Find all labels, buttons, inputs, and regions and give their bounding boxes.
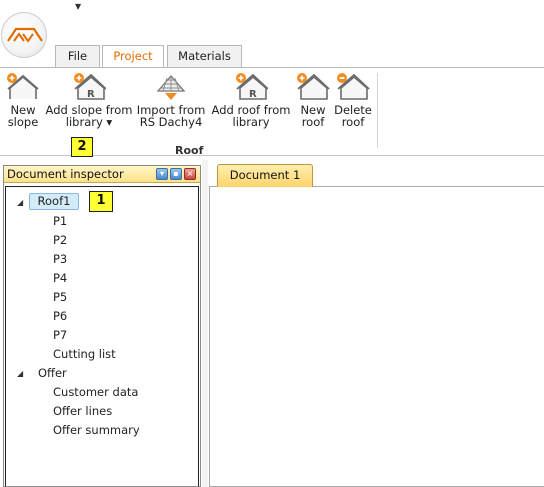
roof-logo-icon <box>7 27 43 43</box>
import-from-rs-dachy4-button[interactable]: Import from RS Dachy4 <box>134 68 208 142</box>
tab-materials[interactable]: Materials <box>167 45 242 67</box>
new-slope-label-2: slope <box>7 115 39 129</box>
ribbon-tabs: File Project Materials <box>0 45 544 68</box>
panel-pin-icon[interactable]: ▪ <box>170 168 182 180</box>
document-workspace[interactable] <box>209 186 544 487</box>
tree-node-roof1[interactable]: Roof1 <box>29 193 79 210</box>
tree-node-p3[interactable]: P3 <box>53 252 67 266</box>
tab-file[interactable]: File <box>55 45 100 67</box>
svg-text:R: R <box>87 89 95 100</box>
delete-roof-icon <box>337 73 370 100</box>
add-roof-from-library-icon: R <box>236 73 268 100</box>
document-inspector-panel: Document inspector ▾ ▪ × <box>3 165 201 487</box>
tree-node-p7[interactable]: P7 <box>53 328 67 342</box>
tree-node-p5[interactable]: P5 <box>53 290 67 304</box>
delete-roof-button[interactable]: Delete roof <box>333 68 373 142</box>
annotation-badge-2: 2 <box>71 137 93 157</box>
inspector-title: Document inspector <box>7 167 124 181</box>
ribbon-group-label: Roof <box>175 144 204 157</box>
tree-node-offer[interactable]: Offer <box>38 366 67 380</box>
tree-node-p6[interactable]: P6 <box>53 309 67 323</box>
tree-node-customer-data[interactable]: Customer data <box>53 385 138 399</box>
new-roof-icon <box>297 73 330 100</box>
customize-arrow-icon[interactable]: ▼ <box>75 2 81 11</box>
tree-node-offer-lines[interactable]: Offer lines <box>53 404 112 418</box>
tree-node-p4[interactable]: P4 <box>53 271 67 285</box>
new-slope-button[interactable]: New slope <box>4 68 42 142</box>
tab-project[interactable]: Project <box>102 45 164 68</box>
add-roof-from-library-button[interactable]: R Add roof from library <box>210 68 292 142</box>
tree-node-p1[interactable]: P1 <box>53 214 67 228</box>
add-slope-from-library-button[interactable]: R Add slope from library ▾ <box>44 68 134 142</box>
collapse-arrow-icon[interactable]: ◢ <box>17 369 23 378</box>
ribbon-separator <box>377 73 378 148</box>
tree-node-p2[interactable]: P2 <box>53 233 67 247</box>
collapse-arrow-icon[interactable]: ◢ <box>17 198 23 207</box>
tab-document-1[interactable]: Document 1 <box>217 164 313 187</box>
tree-node-offer-summary[interactable]: Offer summary <box>53 423 140 437</box>
inspector-header: Document inspector ▾ ▪ × <box>4 166 200 183</box>
add-roof-label-2: library <box>232 115 270 129</box>
inspector-tree <box>5 186 199 486</box>
panel-splitter[interactable] <box>202 160 208 487</box>
new-roof-label-2: roof <box>301 115 325 129</box>
panel-menu-icon[interactable]: ▾ <box>156 168 168 180</box>
new-roof-button[interactable]: New roof <box>293 68 333 142</box>
add-slope-label-2: library ▾ <box>65 115 113 129</box>
annotation-badge-1: 1 <box>89 191 113 212</box>
add-slope-from-library-icon: R <box>74 73 106 100</box>
import-label-2: RS Dachy4 <box>139 115 203 129</box>
svg-text:R: R <box>249 89 257 100</box>
delete-roof-label-2: roof <box>341 115 365 129</box>
new-slope-icon <box>7 73 39 99</box>
tree-node-cutting-list[interactable]: Cutting list <box>53 347 116 361</box>
panel-close-icon[interactable]: × <box>184 168 196 180</box>
import-icon <box>156 75 186 100</box>
